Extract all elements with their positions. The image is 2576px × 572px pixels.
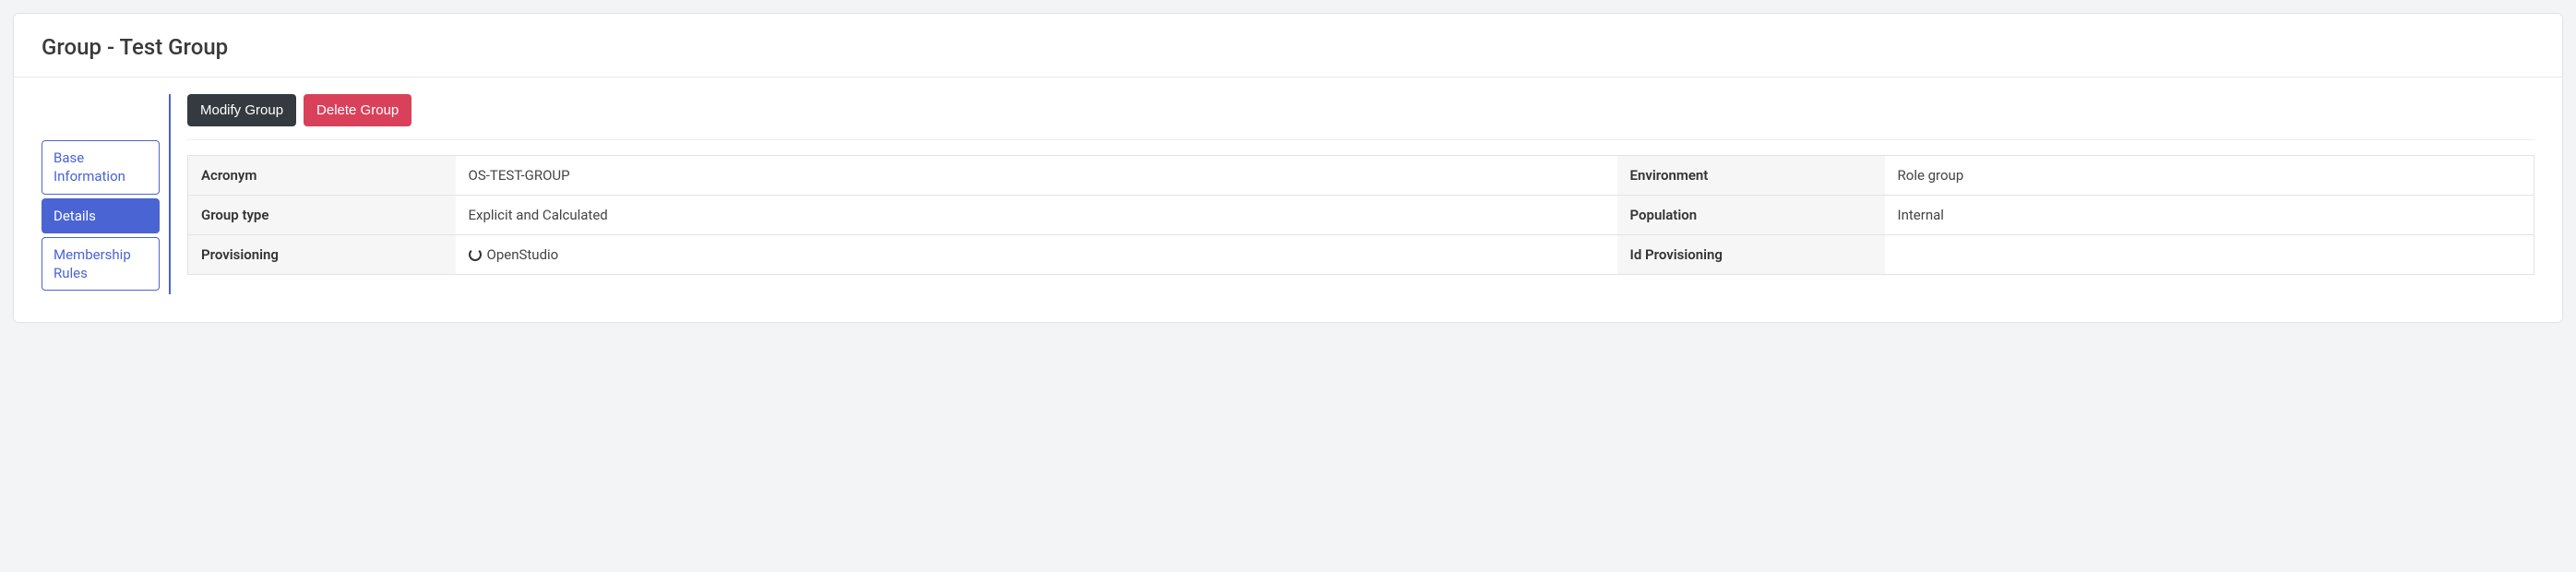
label-id-provisioning: Id Provisioning [1617, 235, 1885, 275]
label-population: Population [1617, 196, 1885, 235]
card-body: Base Information Details Membership Rule… [14, 77, 2562, 322]
value-population: Internal [1885, 196, 2534, 235]
label-group-type: Group type [188, 196, 456, 235]
group-card: Group - Test Group Base Information Deta… [13, 13, 2563, 323]
table-row: Group type Explicit and Calculated Popul… [188, 196, 2534, 235]
nav-item-membership-rules[interactable]: Membership Rules [42, 237, 160, 292]
value-id-provisioning [1885, 235, 2534, 275]
table-row: Acronym OS-TEST-GROUP Environment Role g… [188, 156, 2534, 196]
nav-list: Base Information Details Membership Rule… [42, 140, 160, 291]
details-table: Acronym OS-TEST-GROUP Environment Role g… [187, 155, 2534, 275]
nav-item-base-information[interactable]: Base Information [42, 140, 160, 195]
spinner-icon [469, 248, 482, 261]
table-row: Provisioning OpenStudio Id Provisioning [188, 235, 2534, 275]
modify-group-button[interactable]: Modify Group [187, 94, 296, 126]
card-header: Group - Test Group [14, 14, 2562, 77]
value-provisioning-text: OpenStudio [487, 246, 559, 263]
page-title: Group - Test Group [42, 34, 2534, 60]
label-environment: Environment [1617, 156, 1885, 196]
value-acronym: OS-TEST-GROUP [456, 156, 1617, 196]
label-acronym: Acronym [188, 156, 456, 196]
value-group-type: Explicit and Calculated [456, 196, 1617, 235]
delete-group-button[interactable]: Delete Group [304, 94, 411, 126]
main-content: Modify Group Delete Group Acronym OS-TES… [187, 94, 2534, 294]
action-bar: Modify Group Delete Group [187, 94, 2534, 140]
label-provisioning: Provisioning [188, 235, 456, 275]
nav-item-details[interactable]: Details [42, 198, 160, 233]
value-provisioning: OpenStudio [456, 235, 1617, 275]
value-environment: Role group [1885, 156, 2534, 196]
sidebar-nav: Base Information Details Membership Rule… [42, 94, 171, 294]
